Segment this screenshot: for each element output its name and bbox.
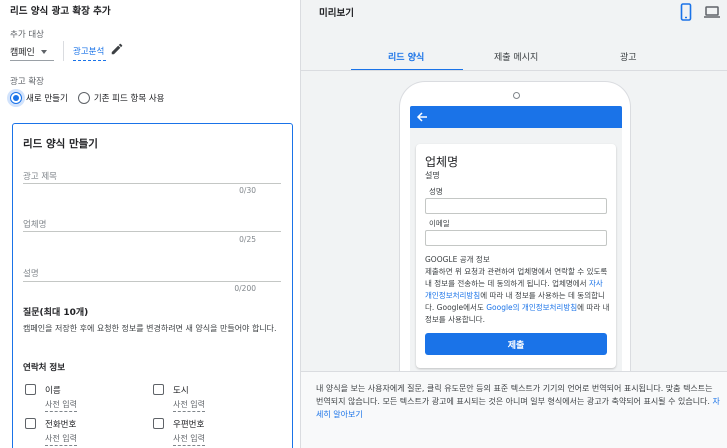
checkbox-city-prefill[interactable]: 사전 입력 [173, 399, 205, 412]
phone-camera [513, 92, 520, 99]
checkbox-phone-prefill[interactable]: 사전 입력 [45, 433, 77, 446]
preview-email-input[interactable] [425, 230, 607, 246]
description-input[interactable]: 설명 [23, 267, 39, 279]
preview-email-label: 이메일 [429, 219, 450, 228]
google-disclosure-text: 제출하면 위 요청과 관련하여 업체명에서 연락할 수 있도록 내 정보를 전송… [425, 266, 610, 326]
extension-radio-group: 새로 만들기 기존 피드 항목 사용 [10, 92, 174, 104]
preview-business-name: 업체명 [425, 155, 459, 169]
business-name-input[interactable]: 업체명 [23, 218, 46, 230]
preview-tabs: 리드 양식 제출 메시지 광고 [301, 44, 727, 71]
checkbox-postal[interactable] [153, 418, 164, 429]
checkbox-postal-label: 우편번호 [173, 420, 205, 430]
headline-input[interactable]: 광고 제목 [23, 170, 57, 182]
checkbox-name-label: 이름 [45, 386, 61, 396]
preview-description: 설명 [425, 171, 440, 180]
radio-existing-label: 기존 피드 항목 사용 [93, 94, 165, 104]
notice-text: 내 양식을 보는 사용자에게 질문, 클릭 유도문안 등의 표준 텍스트가 기기… [316, 382, 721, 421]
preview-name-label: 성명 [429, 187, 443, 196]
preview-form: 업체명 설명 성명 이메일 GOOGLE 공개 정보 제출하면 위 요청과 관련… [416, 144, 616, 368]
left-panel: 리드 양식 광고 확장 추가 추가 대상 캠페인 광고분석 광고 확장 새로 만… [0, 0, 300, 448]
target-select-underline [10, 60, 54, 61]
preview-panel: 미리보기 리드 양식 제출 메시지 광고 업체명 설명 성명 이메일 GOOGL… [301, 0, 727, 448]
laptop-device-icon[interactable] [703, 3, 721, 21]
questions-title: 질문(최대 10개) [23, 308, 89, 318]
google-privacy-link[interactable]: Google의 개인정보처리방침 [486, 303, 577, 312]
radio-existing[interactable]: 기존 피드 항목 사용 [77, 92, 165, 104]
google-text-1: 제출하면 위 요청과 관련하여 업체명에서 연락할 수 있도록 내 정보를 전송… [425, 267, 608, 288]
target-select[interactable]: 캠페인 [10, 45, 47, 58]
tab-lead-form[interactable]: 리드 양식 [388, 50, 424, 63]
checkbox-postal-prefill[interactable]: 사전 입력 [173, 433, 205, 446]
card-title: 리드 양식 만들기 [23, 138, 98, 150]
preview-title: 미리보기 [319, 8, 354, 19]
radio-new-control[interactable] [10, 92, 22, 104]
google-disclosure-title: GOOGLE 공개 정보 [425, 255, 490, 264]
target-label: 추가 대상 [10, 30, 44, 40]
page-title: 리드 양식 광고 확장 추가 [10, 6, 111, 17]
tabs-divider [301, 70, 727, 71]
extension-label: 광고 확장 [10, 77, 44, 87]
tab-submit-message[interactable]: 제출 메시지 [494, 50, 538, 63]
checkbox-phone[interactable] [25, 418, 36, 429]
headline-input-underline [23, 183, 281, 184]
radio-new-label: 새로 만들기 [26, 94, 68, 104]
business-name-underline [23, 231, 281, 232]
pencil-icon[interactable] [110, 42, 124, 56]
campaign-link-underline [73, 60, 106, 61]
phone-screen: 업체명 설명 성명 이메일 GOOGLE 공개 정보 제출하면 위 요청과 관련… [410, 106, 622, 374]
separator [63, 41, 64, 61]
description-counter: 0/200 [234, 284, 256, 293]
phone-mockup: 업체명 설명 성명 이메일 GOOGLE 공개 정보 제출하면 위 요청과 관련… [399, 81, 631, 374]
campaign-link[interactable]: 광고분석 [73, 45, 104, 57]
checkbox-phone-label: 전화번호 [45, 420, 77, 430]
preview-name-input[interactable] [425, 198, 607, 214]
radio-existing-control[interactable] [77, 92, 90, 104]
contact-info-title: 연락처 정보 [23, 363, 66, 373]
checkbox-name[interactable] [25, 384, 36, 395]
chevron-down-icon [40, 49, 47, 54]
headline-counter: 0/30 [239, 186, 256, 195]
target-select-value: 캠페인 [10, 48, 35, 58]
phone-app-bar [410, 106, 622, 128]
description-underline [23, 281, 281, 282]
checkbox-name-prefill[interactable]: 사전 입력 [45, 399, 77, 412]
translation-notice: 내 양식을 보는 사용자에게 질문, 클릭 유도문안 등의 표준 텍스트가 기기… [301, 372, 727, 448]
notice-body: 내 양식을 보는 사용자에게 질문, 클릭 유도문안 등의 표준 텍스트가 기기… [316, 384, 713, 406]
back-arrow-icon[interactable] [416, 111, 428, 123]
business-name-counter: 0/25 [239, 235, 256, 244]
checkbox-city[interactable] [153, 384, 164, 395]
questions-description: 캠페인을 저장한 후에 요청한 정보를 변경하려면 새 양식을 만들어야 합니다… [23, 324, 277, 333]
checkbox-city-label: 도시 [173, 386, 189, 396]
phone-device-icon[interactable] [679, 3, 693, 21]
tab-ad[interactable]: 광고 [620, 50, 637, 63]
lead-form-card: 리드 양식 만들기 광고 제목 0/30 업체명 0/25 설명 0/200 질… [12, 123, 293, 448]
radio-new[interactable]: 새로 만들기 [10, 92, 68, 104]
preview-submit-button[interactable]: 제출 [425, 333, 607, 355]
